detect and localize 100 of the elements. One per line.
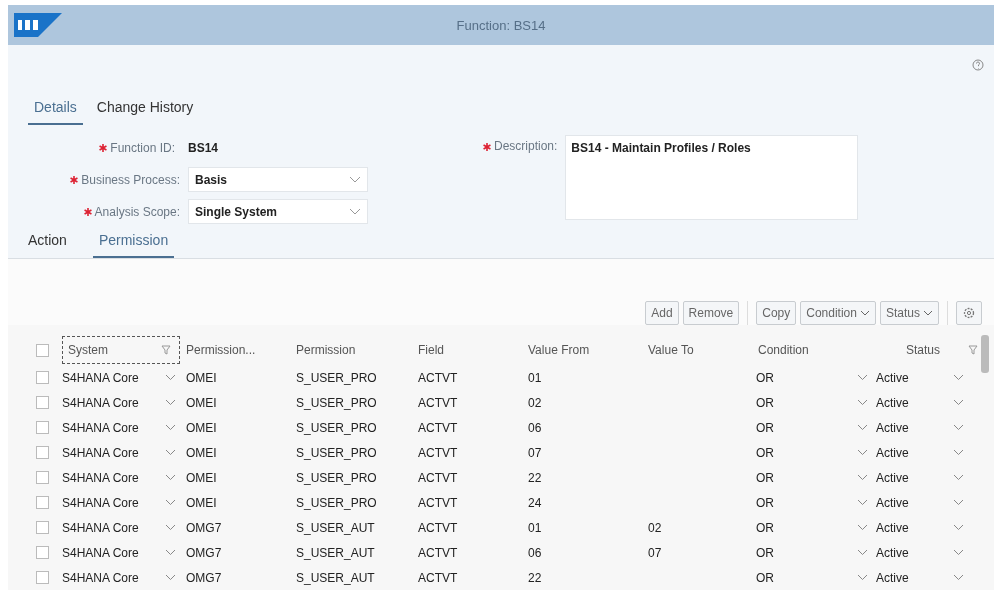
chevron-icon <box>857 424 868 431</box>
table-cell-text: S_USER_AUT <box>295 520 376 535</box>
table-cell-text: S_USER_PRO <box>295 445 378 460</box>
chevron-icon <box>165 474 176 481</box>
table-cell-text: ACTVT <box>417 445 459 460</box>
status-dropdown[interactable]: Active <box>876 570 988 585</box>
row-checkbox[interactable] <box>36 471 49 484</box>
table-cell-text: 06 <box>527 420 543 435</box>
status-dropdown[interactable]: Active <box>876 520 988 535</box>
row-checkbox[interactable] <box>36 446 49 459</box>
chevron-icon <box>953 524 964 531</box>
filter-icon[interactable] <box>968 345 978 355</box>
condition-dropdown[interactable]: OR <box>756 495 876 510</box>
chevron-icon <box>165 524 176 531</box>
row-checkbox[interactable] <box>36 496 49 509</box>
table-cell-text: OMEI <box>185 495 218 510</box>
toolbar-button[interactable]: Status <box>879 301 939 325</box>
condition-dropdown[interactable]: OR <box>756 470 876 485</box>
column-header[interactable]: Permission <box>294 343 416 357</box>
row-checkbox[interactable] <box>36 396 49 409</box>
tab[interactable]: Change History <box>90 95 200 125</box>
chevron-icon <box>857 399 868 406</box>
row-checkbox[interactable] <box>36 521 49 534</box>
row-checkbox[interactable] <box>36 421 49 434</box>
column-header[interactable]: Status <box>876 343 968 357</box>
chevron-icon <box>857 574 868 581</box>
chevron-icon <box>859 309 870 317</box>
tab[interactable]: Action <box>22 228 73 258</box>
table-cell-text: 02 <box>527 395 543 410</box>
column-header[interactable]: Condition <box>756 343 876 357</box>
status-dropdown[interactable]: Active <box>876 445 988 460</box>
column-header[interactable]: Field <box>416 343 526 357</box>
column-header[interactable]: Value To <box>646 343 756 357</box>
select-all-checkbox[interactable] <box>36 343 49 357</box>
status-dropdown[interactable]: Active <box>876 470 988 485</box>
description-field[interactable]: BS14 - Maintain Profiles / Roles <box>565 135 859 220</box>
system-dropdown[interactable]: S4HANA Core <box>62 395 184 410</box>
toolbar-button[interactable]: Condition <box>800 301 876 325</box>
condition-dropdown[interactable]: OR <box>756 570 876 585</box>
row-checkbox[interactable] <box>36 371 49 384</box>
help-icon[interactable] <box>972 59 984 71</box>
table-cell-text: 24 <box>527 495 543 510</box>
filter-icon[interactable] <box>161 345 171 355</box>
system-dropdown[interactable]: S4HANA Core <box>62 570 184 585</box>
toolbar-button[interactable]: Copy <box>756 301 797 325</box>
settings-icon <box>963 307 975 319</box>
table-cell-text: 22 <box>527 570 543 585</box>
scrollbar[interactable] <box>981 335 989 373</box>
table-cell-text: 22 <box>527 470 543 485</box>
analysis-scope-dropdown[interactable]: Single System <box>188 199 368 224</box>
system-dropdown[interactable]: S4HANA Core <box>62 520 184 535</box>
chevron-icon <box>923 309 933 317</box>
status-dropdown[interactable]: Active <box>876 495 988 510</box>
system-dropdown[interactable]: S4HANA Core <box>62 470 184 485</box>
column-header[interactable]: System <box>62 336 180 364</box>
chevron-icon <box>165 549 176 556</box>
row-checkbox[interactable] <box>36 571 49 584</box>
chevron-icon <box>953 499 964 506</box>
table-cell-text: ACTVT <box>417 420 459 435</box>
column-header[interactable]: Permission... <box>184 343 294 357</box>
field-label: Business Process: <box>81 172 180 187</box>
system-dropdown[interactable]: S4HANA Core <box>62 445 184 460</box>
chevron-icon <box>953 374 964 381</box>
system-dropdown[interactable]: S4HANA Core <box>62 370 184 385</box>
status-dropdown[interactable]: Active <box>876 370 988 385</box>
business-process-dropdown[interactable]: Basis <box>188 167 368 192</box>
system-dropdown[interactable]: S4HANA Core <box>62 420 184 435</box>
table-cell-text: ACTVT <box>417 520 459 535</box>
chevron-icon <box>349 207 361 216</box>
table-cell-text: OMEI <box>185 420 218 435</box>
status-dropdown[interactable]: Active <box>876 420 988 435</box>
column-header[interactable]: Value From <box>526 343 646 357</box>
table-cell-text: ACTVT <box>417 470 459 485</box>
row-checkbox[interactable] <box>36 546 49 559</box>
chevron-icon <box>953 549 964 556</box>
table-cell-text: OMG7 <box>185 545 223 560</box>
logo-icon <box>14 13 62 37</box>
status-dropdown[interactable]: Active <box>876 545 988 560</box>
toolbar-button[interactable]: Remove <box>682 301 740 325</box>
condition-dropdown[interactable]: OR <box>756 445 876 460</box>
table-cell-text: OMEI <box>185 370 218 385</box>
table-cell-text: OMEI <box>185 395 218 410</box>
table-cell-text: 06 <box>527 545 543 560</box>
chevron-icon <box>857 549 868 556</box>
settings-button[interactable] <box>956 301 982 325</box>
table-cell-text: ACTVT <box>417 370 459 385</box>
toolbar-button[interactable]: Add <box>645 301 679 325</box>
condition-dropdown[interactable]: OR <box>756 520 876 535</box>
condition-dropdown[interactable]: OR <box>756 420 876 435</box>
table-cell-text: 07 <box>527 445 543 460</box>
condition-dropdown[interactable]: OR <box>756 370 876 385</box>
condition-dropdown[interactable]: OR <box>756 395 876 410</box>
condition-dropdown[interactable]: OR <box>756 545 876 560</box>
system-dropdown[interactable]: S4HANA Core <box>62 495 184 510</box>
status-dropdown[interactable]: Active <box>876 395 988 410</box>
system-dropdown[interactable]: S4HANA Core <box>62 545 184 560</box>
chevron-icon <box>165 499 176 506</box>
chevron-icon <box>165 449 176 456</box>
table-cell-text: OMEI <box>185 470 218 485</box>
table-cell-text: S_USER_PRO <box>295 495 378 510</box>
